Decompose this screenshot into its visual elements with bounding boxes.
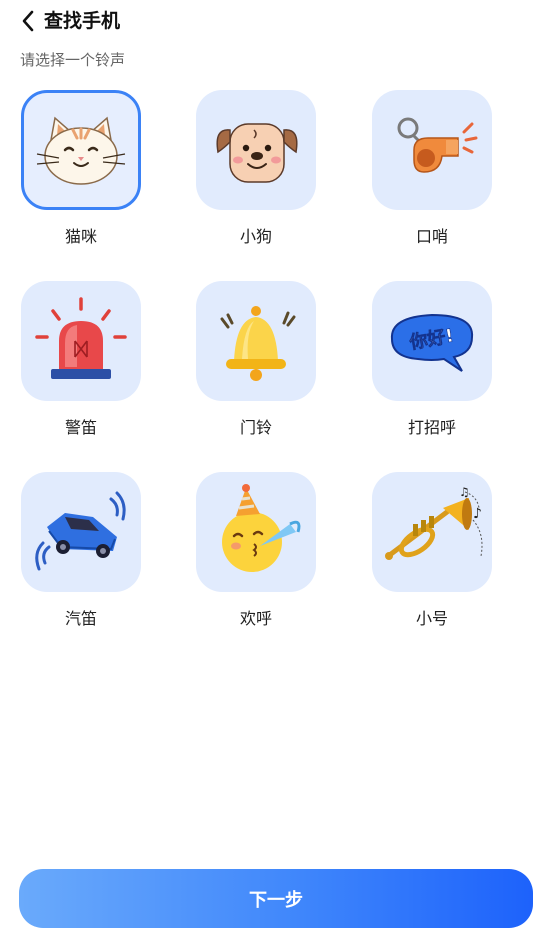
ringtone-tile [372,90,492,210]
ringtone-label: 猫咪 [64,227,97,246]
ringtone-label: 小狗 [239,227,272,246]
music-note-icon: ♫ [459,485,470,499]
next-button[interactable]: 下一步 [19,869,533,928]
ringtone-option-trumpet[interactable]: ♫ ♪ 小号 [366,472,496,642]
ringtone-label: 门铃 [239,418,272,437]
ringtone-option-cat[interactable]: 猫咪 [15,90,145,260]
dog-icon [216,123,298,183]
ringtone-tile [21,90,141,210]
ringtone-label: 汽笛 [64,609,97,628]
party-face-icon [222,484,301,572]
ringtone-tile [21,472,141,592]
ringtone-option-car-horn[interactable]: 汽笛 [15,472,145,642]
ringtone-tile: ♫ ♪ [372,472,492,592]
ringtone-tile [196,90,316,210]
bell-icon [220,306,296,381]
ringtone-tile [21,281,141,401]
ringtone-option-cheer[interactable]: 欢呼 [190,472,320,642]
back-button[interactable] [14,6,42,36]
ringtone-option-whistle[interactable]: 口哨 [366,90,496,260]
ringtone-tile: 你好! [372,281,492,401]
page-title: 查找手机 [44,10,121,32]
ringtone-label: 小号 [415,609,448,628]
car-horn-icon [35,491,126,571]
ringtone-label: 欢呼 [239,609,272,628]
ringtone-tile [196,472,316,592]
ringtone-option-greeting[interactable]: 你好! 打招呼 [366,281,496,451]
header-bar: 查找手机 [0,0,553,44]
ringtone-option-dog[interactable]: 小狗 [190,90,320,260]
ringtone-tile [196,281,316,401]
ringtone-label: 警笛 [64,418,97,437]
music-note-icon: ♪ [473,506,482,522]
ringtone-option-doorbell[interactable]: 门铃 [190,281,320,451]
page-subtitle: 请选择一个铃声 [20,51,126,69]
chevron-left-icon [22,10,34,32]
greeting-bubble-icon: 你好! [390,313,474,372]
ringtone-label: 打招呼 [407,418,456,437]
ringtone-option-siren[interactable]: 警笛 [15,281,145,451]
siren-icon [35,297,127,379]
trumpet-icon: ♫ ♪ [385,485,483,560]
cat-icon [36,116,126,185]
ringtone-label: 口哨 [415,227,448,246]
whistle-icon [397,117,478,173]
